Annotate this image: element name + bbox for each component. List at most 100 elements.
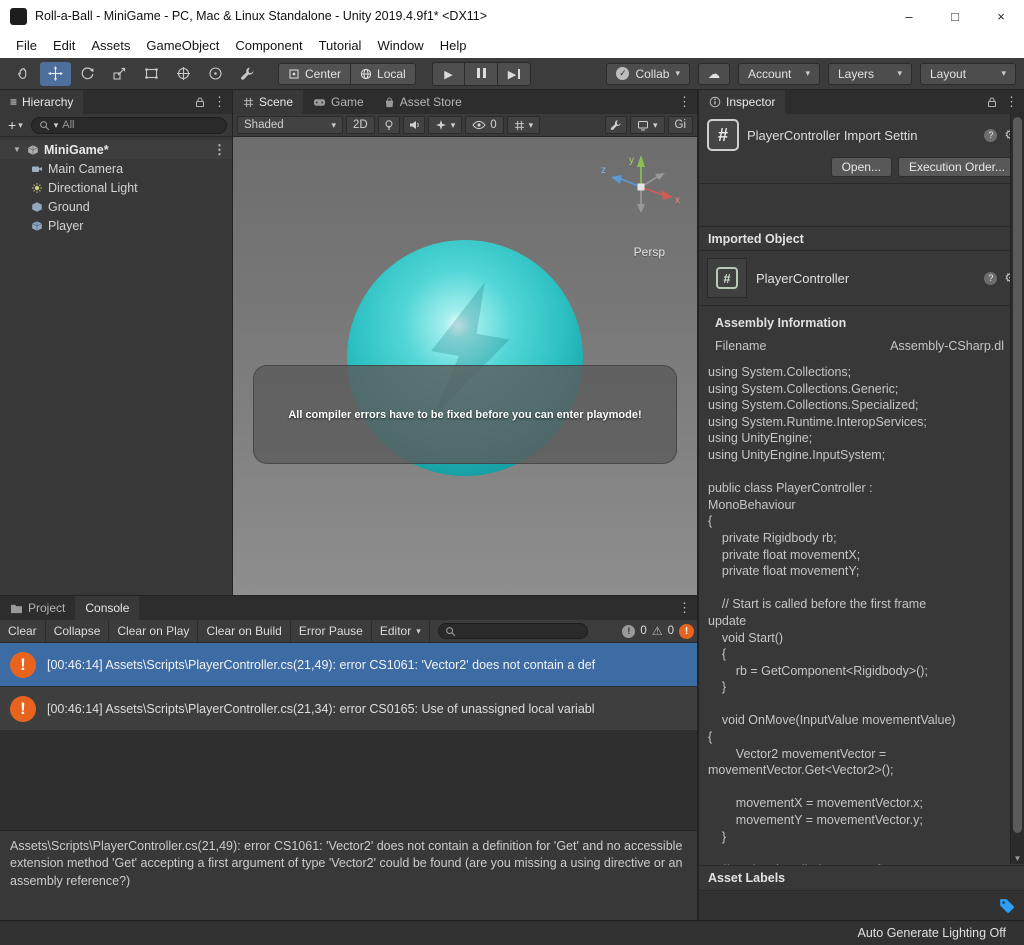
rotate-tool-button[interactable] (72, 62, 103, 86)
pivot-mode-button[interactable]: Center (278, 62, 352, 85)
rect-tool-icon (145, 68, 158, 79)
maximize-button[interactable]: □ (932, 0, 978, 32)
coordinate-space-button[interactable]: Local (351, 62, 416, 85)
menu-edit[interactable]: Edit (45, 32, 83, 58)
hierarchy-item-ground[interactable]: Ground (0, 197, 232, 216)
csharp-script-icon: # (707, 119, 739, 151)
lock-icon[interactable] (986, 96, 998, 108)
menu-gameobject[interactable]: GameObject (138, 32, 227, 58)
collab-status-icon: ✓ (616, 67, 630, 80)
tab-scene[interactable]: Scene (233, 90, 304, 114)
grid-settings-dropdown[interactable]: ▾ (506, 116, 541, 134)
auto-generate-lighting-status[interactable]: Auto Generate Lighting Off (858, 926, 1006, 940)
kebab-menu-icon[interactable]: ⋮ (678, 600, 691, 616)
available-tools-button[interactable] (232, 62, 263, 86)
inspector-scrollbar[interactable]: ▼ (1010, 114, 1024, 864)
scene-orientation-gizmo[interactable]: y x z (599, 151, 683, 221)
error-filter-icon[interactable]: ! (679, 623, 694, 639)
lock-icon[interactable] (194, 96, 206, 108)
foldout-caret-icon[interactable]: ▼ (13, 145, 22, 154)
editor-dropdown[interactable]: Editor ▾ (372, 620, 430, 642)
menu-window[interactable]: Window (369, 32, 431, 58)
cloud-button[interactable]: ☁ (698, 62, 730, 85)
scene-canvas[interactable]: All compiler errors have to be fixed bef… (233, 137, 697, 595)
create-object-button[interactable]: + ▾ (5, 117, 26, 133)
minimize-button[interactable]: – (886, 0, 932, 32)
menu-component[interactable]: Component (227, 32, 310, 58)
custom-tool-button[interactable] (200, 62, 231, 86)
clear-on-play-button[interactable]: Clear on Play (109, 620, 199, 642)
error-pause-button[interactable]: Error Pause (291, 620, 372, 642)
warning-filter-icon[interactable]: ⚠ (652, 624, 663, 638)
layout-dropdown[interactable]: Layout ▾ (920, 62, 1016, 85)
rect-tool-button[interactable] (136, 62, 167, 86)
tab-inspector[interactable]: Inspector (699, 90, 786, 114)
scrollbar-down-arrow-icon[interactable]: ▼ (1011, 854, 1024, 863)
kebab-menu-icon[interactable]: ⋮ (1005, 94, 1018, 110)
pivot-icon (289, 69, 299, 78)
menu-file[interactable]: File (8, 32, 45, 58)
scene-root-row[interactable]: ▼ MiniGame* ⋮ (0, 140, 232, 159)
open-button[interactable]: Open... (830, 157, 892, 177)
collapse-button[interactable]: Collapse (46, 620, 110, 642)
scene-effects-dropdown[interactable]: ▾ (427, 116, 463, 134)
tag-icon[interactable] (998, 897, 1015, 914)
hierarchy-panel: ≡ Hierarchy ⋮ + ▾ ▾ All ▼ MiniGame* ⋮ Ma… (0, 90, 233, 595)
tab-console[interactable]: Console (75, 596, 140, 620)
account-dropdown[interactable]: Account ▾ (738, 62, 820, 85)
layers-dropdown[interactable]: Layers ▾ (828, 62, 912, 85)
kebab-menu-icon[interactable]: ⋮ (213, 94, 226, 110)
kebab-menu-icon[interactable]: ⋮ (678, 94, 691, 110)
pause-button[interactable] (465, 62, 498, 86)
console-search-input[interactable] (437, 623, 588, 639)
tab-asset-store[interactable]: Asset Store (374, 90, 472, 114)
menu-assets[interactable]: Assets (83, 32, 138, 58)
gizmos-dropdown[interactable]: Gi (667, 116, 693, 134)
execution-order-button[interactable]: Execution Order... (897, 157, 1016, 177)
scene-lighting-toggle[interactable] (377, 116, 400, 134)
scene-visibility-toggle[interactable]: 0 (465, 116, 504, 134)
close-button[interactable]: × (978, 0, 1024, 32)
scale-tool-button[interactable] (104, 62, 135, 86)
console-entry[interactable]: ! [00:46:14] Assets\Scripts\PlayerContro… (0, 687, 697, 731)
console-detail-text: Assets\Scripts\PlayerController.cs(21,49… (10, 839, 683, 888)
clear-button[interactable]: Clear (0, 620, 46, 642)
script-component-header[interactable]: # PlayerController ? ⚙ (699, 251, 1024, 306)
hierarchy-item-directional-light[interactable]: Directional Light (0, 178, 232, 197)
scene-tab-icon (243, 97, 254, 107)
collab-dropdown[interactable]: ✓ Collab ▾ (606, 62, 690, 85)
persp-label[interactable]: Persp (634, 245, 665, 259)
chevron-down-icon: ▾ (450, 119, 456, 130)
coordinate-space-label: Local (377, 66, 406, 81)
help-icon[interactable]: ? (984, 271, 998, 285)
component-tools-button[interactable] (604, 116, 627, 134)
scene-audio-toggle[interactable] (402, 116, 425, 134)
move-tool-button[interactable] (40, 61, 71, 86)
wrench-icon (610, 120, 621, 131)
kebab-menu-icon[interactable]: ⋮ (213, 142, 226, 158)
step-button[interactable]: ▶ (498, 62, 531, 86)
scrollbar-thumb[interactable] (1013, 117, 1022, 833)
menu-help[interactable]: Help (432, 32, 475, 58)
menu-tutorial[interactable]: Tutorial (311, 32, 370, 58)
draw-mode-dropdown[interactable]: Shaded ▾ (237, 116, 343, 134)
help-icon[interactable]: ? (984, 128, 998, 142)
step-bar-icon (518, 69, 521, 79)
hierarchy-item-player[interactable]: Player (0, 216, 232, 235)
info-filter-icon[interactable]: ! (622, 624, 636, 638)
toggle-2d-button[interactable]: 2D (346, 116, 375, 134)
hand-tool-button[interactable] (8, 62, 39, 86)
transform-tool-button[interactable] (168, 62, 199, 86)
play-button[interactable]: ▶ (432, 62, 465, 86)
tab-hierarchy[interactable]: ≡ Hierarchy (0, 90, 84, 114)
console-detail-pane[interactable]: Assets\Scripts\PlayerController.cs(21,49… (0, 830, 697, 920)
hierarchy-search-input[interactable]: ▾ All (30, 116, 227, 134)
hierarchy-search-value: All (62, 119, 75, 131)
tab-game[interactable]: Game (303, 90, 374, 114)
console-entry[interactable]: ! [00:46:14] Assets\Scripts\PlayerContro… (0, 643, 697, 687)
clear-on-build-button[interactable]: Clear on Build (198, 620, 291, 642)
tab-project[interactable]: Project (0, 596, 75, 620)
camera-settings-dropdown[interactable]: ▾ (629, 116, 665, 134)
hierarchy-item-main-camera[interactable]: Main Camera (0, 159, 232, 178)
chevron-down-icon: ▾ (805, 68, 810, 78)
